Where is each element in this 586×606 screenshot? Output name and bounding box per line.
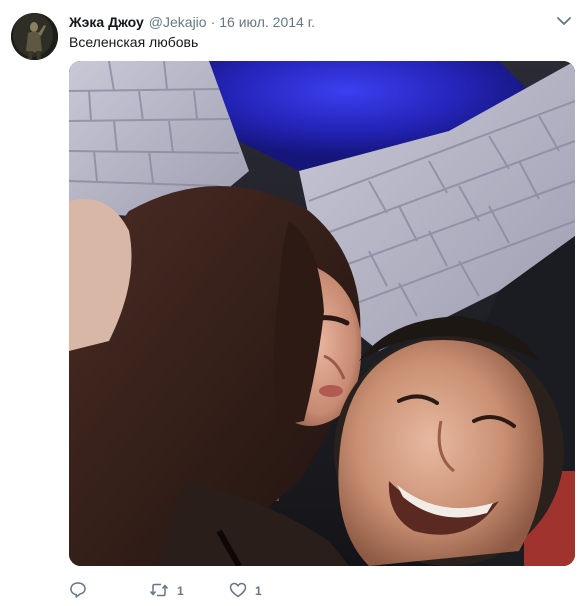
- tweet-date[interactable]: 16 июл. 2014 г.: [219, 13, 315, 31]
- tweet-header: Жэка Джоу @Jekajio · 16 июл. 2014 г.: [69, 13, 315, 33]
- tweet-actions: 1 1: [69, 580, 309, 602]
- reply-icon: [69, 581, 87, 602]
- reply-button[interactable]: [69, 581, 149, 602]
- retweet-button[interactable]: 1: [149, 581, 229, 602]
- like-count: 1: [255, 584, 262, 598]
- author-handle[interactable]: @Jekajio: [149, 13, 207, 31]
- tweet[interactable]: Жэка Джоу @Jekajio · 16 июл. 2014 г. Все…: [0, 0, 586, 606]
- like-button[interactable]: 1: [229, 581, 309, 602]
- heart-icon: [229, 581, 247, 602]
- tweet-photo[interactable]: [69, 61, 575, 566]
- retweet-icon: [149, 581, 169, 602]
- retweet-count: 1: [177, 584, 184, 598]
- avatar[interactable]: [11, 13, 58, 60]
- author-name[interactable]: Жэка Джоу: [69, 13, 144, 31]
- tweet-text: Вселенская любовь: [69, 34, 199, 50]
- chevron-down-icon[interactable]: [556, 14, 572, 28]
- separator-dot: ·: [210, 14, 216, 30]
